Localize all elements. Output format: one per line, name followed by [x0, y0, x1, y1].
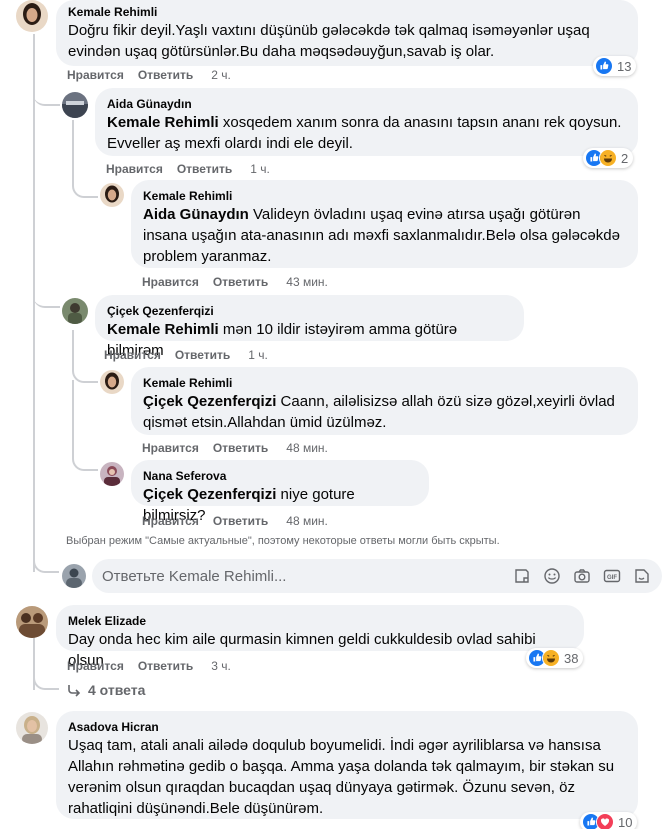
like-button[interactable]: Нравится	[104, 348, 161, 362]
avatar[interactable]	[62, 92, 88, 118]
comment-actions: Нравится Ответить 48 мин.	[142, 441, 328, 455]
like-button[interactable]: Нравится	[67, 68, 124, 82]
reaction-summary[interactable]: 2	[583, 148, 634, 168]
reply-button[interactable]: Ответить	[213, 275, 268, 289]
comment-bubble: Melek Elizade Day onda hec kim aile qurm…	[56, 605, 584, 669]
comment-text: Kemale Rehimli xosqedem xanım sonra da a…	[107, 112, 626, 154]
reaction-summary[interactable]: 13	[593, 56, 637, 76]
comment-author[interactable]: Melek Elizade	[68, 613, 572, 629]
reply-button[interactable]: Ответить	[175, 348, 230, 362]
like-button[interactable]: Нравится	[142, 441, 199, 455]
reply-button[interactable]: Ответить	[138, 68, 193, 82]
comment-text: Uşaq tam, atali anali ailədə doqulub boy…	[68, 737, 615, 817]
comment-actions: Нравится Ответить 3 ч.	[67, 659, 231, 673]
view-replies-label[interactable]: 4 ответа	[88, 682, 145, 698]
mention-link[interactable]: Aida Günaydın	[143, 206, 249, 223]
avatar[interactable]	[100, 462, 124, 486]
thread-line	[33, 90, 60, 106]
comment-bubble: Asadova Hicran Uşaq tam, atali anali ail…	[56, 711, 638, 819]
comment-text: Çiçek Qezenferqizi Caann, ailəlisizsə al…	[143, 391, 626, 433]
mention-link[interactable]: Kemale Rehimli	[107, 321, 219, 338]
comment-author[interactable]: Çiçek Qezenferqizi	[107, 303, 512, 319]
haha-icon	[542, 649, 560, 667]
comment-bubble: Nana Seferova Çiçek Qezenferqizi niye go…	[131, 460, 429, 524]
reply-button[interactable]: Ответить	[213, 514, 268, 528]
comment-author[interactable]: Aida Günaydın	[107, 96, 626, 112]
emoji-icon[interactable]	[542, 566, 562, 586]
comment-author[interactable]: Kemale Rehimli	[143, 375, 626, 391]
like-icon	[595, 57, 613, 75]
comment-actions: Нравится Ответить 2 ч.	[67, 68, 231, 82]
view-replies-button[interactable]: 4 ответа	[66, 682, 145, 698]
reaction-summary[interactable]: 38	[526, 648, 584, 668]
comment-time[interactable]: 1 ч.	[248, 348, 268, 362]
thread-line	[33, 672, 59, 690]
comment-time[interactable]: 2 ч.	[211, 68, 231, 82]
avatar[interactable]	[62, 298, 88, 324]
reaction-count: 38	[564, 650, 579, 666]
like-button[interactable]: Нравится	[142, 514, 199, 528]
reaction-count: 10	[618, 814, 633, 829]
reply-arrow-icon	[68, 685, 81, 697]
comment-actions: Нравится Ответить 1 ч.	[104, 348, 268, 362]
comment-author[interactable]: Asadova Hicran	[68, 719, 626, 735]
reply-button[interactable]: Ответить	[138, 659, 193, 673]
comment-bubble: Kemale Rehimli Doğru fikir deyil.Yaşlı v…	[56, 0, 638, 66]
comment-author[interactable]: Nana Seferova	[143, 468, 417, 484]
svg-text:GIF: GIF	[607, 575, 617, 581]
thread-line	[33, 555, 59, 573]
comment-time[interactable]: 1 ч.	[250, 162, 270, 176]
avatar[interactable]	[100, 370, 124, 394]
comment-text: Doğru fikir deyil.Yaşlı vaxtını düşünüb …	[68, 22, 590, 60]
reply-input[interactable]	[102, 567, 502, 585]
haha-icon	[599, 149, 617, 167]
avatar[interactable]	[16, 606, 48, 638]
reply-box: GIF	[92, 559, 662, 593]
comment-time[interactable]: 48 мин.	[286, 514, 328, 528]
comment-bubble: Aida Günaydın Kemale Rehimli xosqedem xa…	[95, 88, 638, 156]
comment-time[interactable]: 48 мин.	[286, 441, 328, 455]
thread-line	[33, 290, 60, 308]
comment-bubble: Kemale Rehimli Aida Günaydın Valideyn öv…	[131, 180, 638, 268]
reaction-count: 2	[621, 150, 629, 166]
comment-bubble: Kemale Rehimli Çiçek Qezenferqizi Caann,…	[131, 367, 638, 435]
avatar[interactable]	[100, 183, 124, 207]
camera-icon[interactable]	[572, 566, 592, 586]
reply-button[interactable]: Ответить	[177, 162, 232, 176]
comment-actions: Нравится Ответить 43 мин.	[142, 275, 328, 289]
like-button[interactable]: Нравится	[106, 162, 163, 176]
comment-actions: Нравится Ответить 1 ч.	[106, 162, 270, 176]
comment-author[interactable]: Kemale Rehimli	[68, 4, 626, 20]
reaction-summary[interactable]: 10	[580, 812, 638, 829]
thread-line	[72, 330, 98, 383]
comment-author[interactable]: Kemale Rehimli	[143, 188, 626, 204]
thread-line	[72, 380, 98, 471]
avatar[interactable]	[16, 0, 48, 32]
mention-link[interactable]: Çiçek Qezenferqizi	[143, 393, 276, 410]
like-button[interactable]: Нравится	[67, 659, 124, 673]
reply-button[interactable]: Ответить	[213, 441, 268, 455]
comment-time[interactable]: 43 мин.	[286, 275, 328, 289]
gif-icon[interactable]: GIF	[602, 566, 622, 586]
comment-actions: Нравится Ответить 48 мин.	[142, 514, 328, 528]
like-button[interactable]: Нравится	[142, 275, 199, 289]
love-icon	[596, 813, 614, 829]
avatar[interactable]	[16, 712, 48, 744]
comment-bubble: Çiçek Qezenferqizi Kemale Rehimli mən 10…	[95, 295, 524, 359]
sticker-pack-icon[interactable]	[632, 566, 652, 586]
sort-notice: Выбран режим "Самые актуальные", поэтому…	[66, 535, 500, 547]
comment-time[interactable]: 3 ч.	[211, 659, 231, 673]
avatar	[62, 564, 86, 588]
comment-text: Aida Günaydın Valideyn övladını uşaq evi…	[143, 204, 626, 267]
sticker-icon[interactable]	[512, 566, 532, 586]
reaction-count: 13	[617, 58, 632, 74]
mention-link[interactable]: Çiçek Qezenferqizi	[143, 486, 276, 503]
mention-link[interactable]: Kemale Rehimli	[107, 114, 219, 131]
